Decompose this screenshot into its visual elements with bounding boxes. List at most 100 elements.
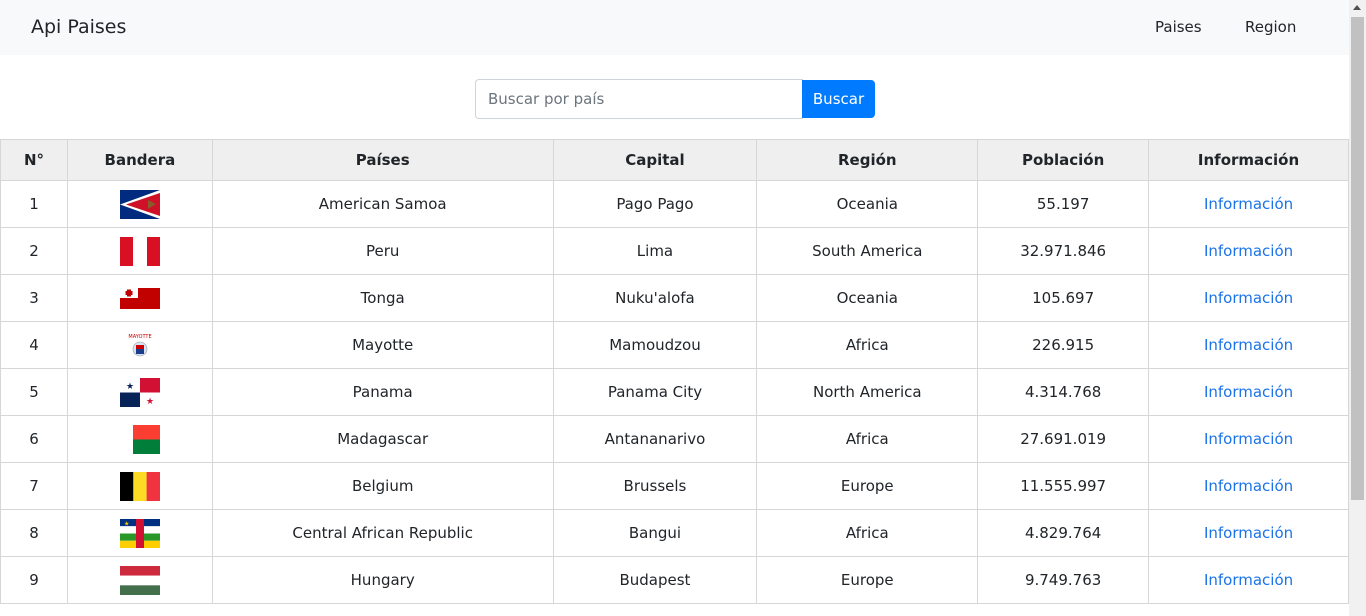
header-number: N° <box>0 139 68 181</box>
region-cell: Europe <box>756 462 979 510</box>
flag-cell <box>66 180 213 228</box>
capital-cell: Lima <box>552 227 758 275</box>
info-link[interactable]: Información <box>1204 289 1293 307</box>
country-name-cell: Madagascar <box>211 415 554 463</box>
info-link[interactable]: Información <box>1204 336 1293 354</box>
country-name-cell: Belgium <box>211 462 554 510</box>
header-country: Países <box>211 139 554 181</box>
table-row: 8 ★ Central African Republic Bangui Africa 4.… <box>0 509 1349 557</box>
belgium-flag <box>119 471 160 501</box>
flag-cell <box>66 274 213 322</box>
flag-cell <box>66 462 213 510</box>
american-samoa-flag <box>119 189 160 219</box>
svg-text:★: ★ <box>126 382 134 392</box>
flag-cell <box>66 415 213 463</box>
capital-cell: Panama City <box>552 368 758 416</box>
search-button[interactable]: Buscar <box>802 80 875 118</box>
peru-flag <box>119 236 160 266</box>
table-row: 3 Tonga Nuku'alofa Oceania 105.697 Informació… <box>0 274 1349 322</box>
region-cell: North America <box>756 368 979 416</box>
table-header-row: N° Bandera Países Capital Región Poblaci… <box>0 139 1349 181</box>
mayotte-flag: MAYOTTE <box>119 330 160 360</box>
info-link[interactable]: Información <box>1204 430 1293 448</box>
info-link[interactable]: Información <box>1204 571 1293 589</box>
info-link[interactable]: Información <box>1204 242 1293 260</box>
country-name-cell: Panama <box>211 368 554 416</box>
info-cell: Información <box>1148 321 1349 369</box>
population-cell: 4.314.768 <box>977 368 1150 416</box>
row-number-cell: 5 <box>0 368 68 416</box>
info-cell: Información <box>1148 227 1349 275</box>
madagascar-flag <box>119 424 160 454</box>
header-info: Información <box>1148 139 1349 181</box>
info-cell: Información <box>1148 368 1349 416</box>
header-region: Región <box>756 139 979 181</box>
table-row: 6 Madagascar Antananarivo Africa 27.691.019 I… <box>0 415 1349 463</box>
info-link[interactable]: Información <box>1204 524 1293 542</box>
info-cell: Información <box>1148 462 1349 510</box>
scroll-up-arrow-icon[interactable] <box>1353 5 1361 10</box>
hungary-flag <box>119 565 160 595</box>
region-cell: Africa <box>756 509 979 557</box>
info-link[interactable]: Información <box>1204 195 1293 213</box>
row-number-cell: 1 <box>0 180 68 228</box>
row-number-cell: 8 <box>0 509 68 557</box>
capital-cell: Antananarivo <box>552 415 758 463</box>
brand-title[interactable]: Api Paises <box>31 16 126 38</box>
svg-text:★: ★ <box>124 520 129 527</box>
capital-cell: Bangui <box>552 509 758 557</box>
row-number-cell: 9 <box>0 556 68 604</box>
capital-cell: Nuku'alofa <box>552 274 758 322</box>
country-name-cell: Hungary <box>211 556 554 604</box>
vertical-scrollbar[interactable] <box>1349 0 1366 616</box>
row-number-cell: 6 <box>0 415 68 463</box>
svg-text:MAYOTTE: MAYOTTE <box>128 334 151 340</box>
country-name-cell: Tonga <box>211 274 554 322</box>
region-cell: Africa <box>756 321 979 369</box>
table-row: 9 Hungary Budapest Europe 9.749.763 Informaci… <box>0 556 1349 604</box>
info-link[interactable]: Información <box>1204 383 1293 401</box>
flag-cell: ★ <box>66 509 213 557</box>
region-cell: Africa <box>756 415 979 463</box>
population-cell: 11.555.997 <box>977 462 1150 510</box>
row-number-cell: 3 <box>0 274 68 322</box>
population-cell: 4.829.764 <box>977 509 1150 557</box>
region-cell: Europe <box>756 556 979 604</box>
table-row: 4 MAYOTTE Mayotte Mamoudzou Africa 226.915 Inf… <box>0 321 1349 369</box>
header-population: Población <box>977 139 1150 181</box>
flag-cell <box>66 556 213 604</box>
info-cell: Información <box>1148 415 1349 463</box>
capital-cell: Pago Pago <box>552 180 758 228</box>
central-african-republic-flag: ★ <box>119 518 160 548</box>
population-cell: 226.915 <box>977 321 1150 369</box>
region-cell: Oceania <box>756 274 979 322</box>
population-cell: 27.691.019 <box>977 415 1150 463</box>
info-link[interactable]: Información <box>1204 477 1293 495</box>
population-cell: 9.749.763 <box>977 556 1150 604</box>
nav-link-region[interactable]: Region <box>1245 18 1296 36</box>
header-flag: Bandera <box>66 139 213 181</box>
country-name-cell: Central African Republic <box>211 509 554 557</box>
table-row: 1 American Samoa Pago Pago Oceania 55.197 Inf… <box>0 180 1349 228</box>
panama-flag: ★ ★ <box>119 377 160 407</box>
navbar: Api Paises Paises Region <box>0 0 1349 55</box>
population-cell: 105.697 <box>977 274 1150 322</box>
table-row: 5 ★ ★ Panama Panama City North America 4.314.7… <box>0 368 1349 416</box>
scroll-thumb[interactable] <box>1351 17 1364 500</box>
region-cell: South America <box>756 227 979 275</box>
info-cell: Información <box>1148 180 1349 228</box>
country-name-cell: Peru <box>211 227 554 275</box>
nav-link-paises[interactable]: Paises <box>1155 18 1202 36</box>
row-number-cell: 7 <box>0 462 68 510</box>
row-number-cell: 2 <box>0 227 68 275</box>
capital-cell: Mamoudzou <box>552 321 758 369</box>
country-name-cell: American Samoa <box>211 180 554 228</box>
tonga-flag <box>119 284 160 313</box>
population-cell: 32.971.846 <box>977 227 1150 275</box>
country-name-cell: Mayotte <box>211 321 554 369</box>
search-input[interactable] <box>475 79 803 119</box>
flag-cell: MAYOTTE <box>66 321 213 369</box>
capital-cell: Brussels <box>552 462 758 510</box>
info-cell: Información <box>1148 509 1349 557</box>
flag-cell <box>66 227 213 275</box>
